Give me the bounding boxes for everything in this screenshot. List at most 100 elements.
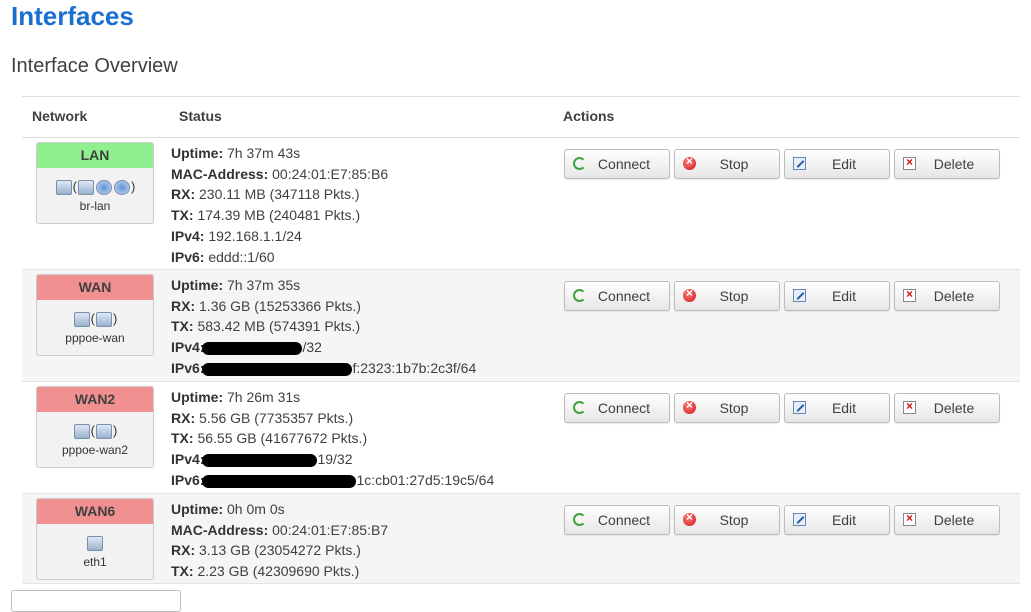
interface-badge[interactable]: WAN6 eth1 bbox=[36, 498, 154, 580]
delete-button[interactable]: Delete bbox=[894, 393, 1000, 423]
status-line: TX: 2.23 GB (42309690 Pkts.) bbox=[171, 561, 388, 582]
stop-button-label: Stop bbox=[719, 288, 749, 304]
ethernet-icon bbox=[96, 424, 112, 440]
status-value: 00:24:01:E7:85:B6 bbox=[268, 165, 389, 182]
status-value: /32 bbox=[302, 339, 322, 356]
edit-button-label: Edit bbox=[831, 512, 857, 528]
connect-button[interactable]: Connect bbox=[564, 281, 670, 311]
connect-button[interactable]: Connect bbox=[564, 393, 670, 423]
table-header: Network Status Actions bbox=[22, 96, 1020, 138]
status-key: IPv4: bbox=[171, 339, 205, 356]
status-value: f:2323:1b7b:2c3f/64 bbox=[352, 359, 477, 376]
connect-button-label: Connect bbox=[597, 288, 651, 304]
delete-button[interactable]: Delete bbox=[894, 281, 1000, 311]
section-title: Interface Overview bbox=[11, 55, 178, 77]
redaction-mark bbox=[202, 453, 318, 467]
stop-button[interactable]: Stop bbox=[674, 393, 780, 423]
redaction-mark bbox=[202, 474, 357, 488]
ethernet-icon bbox=[87, 536, 103, 552]
interface-name: WAN bbox=[37, 275, 153, 300]
status-line: RX: 230.11 MB (347118 Pkts.) bbox=[171, 184, 388, 205]
wifi-icon bbox=[96, 180, 112, 196]
edit-button[interactable]: Edit bbox=[784, 393, 890, 423]
edit-button[interactable]: Edit bbox=[784, 505, 890, 535]
status-key: TX: bbox=[171, 430, 194, 447]
interface-row-wan2: WAN2() pppoe-wan2 Uptime: 7h 26m 31s RX: 5.… bbox=[22, 382, 1020, 494]
status-value: 1.36 GB (15253366 Pkts.) bbox=[195, 297, 361, 314]
edit-button[interactable]: Edit bbox=[784, 149, 890, 179]
interface-icons: () bbox=[37, 308, 153, 330]
interface-icons bbox=[37, 532, 153, 554]
status-line: IPv6: eddd::1/60 bbox=[171, 247, 388, 268]
redaction-mark bbox=[202, 341, 303, 355]
status-line: IPv4: /32 bbox=[171, 337, 476, 358]
status-value: 19/32 bbox=[317, 451, 353, 468]
interface-badge[interactable]: WAN () pppoe-wan bbox=[36, 274, 154, 356]
status-line: MAC-Address: 00:24:01:E7:85:B7 bbox=[171, 520, 388, 541]
status-value: 583.42 MB (574391 Pkts.) bbox=[193, 318, 361, 335]
stop-button[interactable]: Stop bbox=[674, 505, 780, 535]
delete-button[interactable]: Delete bbox=[894, 505, 1000, 535]
edit-button-label: Edit bbox=[831, 288, 857, 304]
delete-button-label: Delete bbox=[933, 512, 975, 528]
status-value: 7h 37m 35s bbox=[223, 277, 301, 293]
status-line: IPv4: 19/32 bbox=[171, 449, 494, 470]
connect-button[interactable]: Connect bbox=[564, 149, 670, 179]
interface-name: LAN bbox=[37, 143, 153, 168]
interface-device: br-lan bbox=[79, 199, 111, 213]
page-title: Interfaces bbox=[11, 1, 134, 31]
status-line: Uptime: 7h 26m 31s bbox=[171, 387, 494, 408]
status-value: 0h 0m 0s bbox=[223, 501, 285, 517]
status-value: 00:24:01:E7:85:B7 bbox=[268, 521, 389, 538]
interface-status: Uptime: 7h 37m 43s MAC-Address: 00:24:01:… bbox=[171, 143, 388, 267]
status-key: MAC-Address: bbox=[171, 521, 269, 538]
interface-badge[interactable]: WAN2 () pppoe-wan2 bbox=[36, 386, 154, 468]
edit-button-label: Edit bbox=[831, 156, 857, 172]
status-key: IPv4: bbox=[171, 227, 205, 244]
delete-button[interactable]: Delete bbox=[894, 149, 1000, 179]
connect-button[interactable]: Connect bbox=[564, 505, 670, 535]
status-key: RX: bbox=[171, 186, 196, 203]
status-value: 3.13 GB (23054272 Pkts.) bbox=[195, 542, 361, 559]
status-key: TX: bbox=[171, 318, 194, 335]
wifi-icon bbox=[114, 180, 130, 196]
status-key: RX: bbox=[171, 542, 196, 559]
status-value: 2.23 GB (42309690 Pkts.) bbox=[193, 563, 360, 580]
status-key: MAC-Address: bbox=[171, 165, 269, 182]
interface-table: Network Status Actions LAN() br-lan Uptime… bbox=[22, 96, 1020, 584]
status-line: TX: 583.42 MB (574391 Pkts.) bbox=[171, 316, 476, 337]
network-icon bbox=[73, 424, 90, 440]
status-key: TX: bbox=[171, 207, 194, 224]
status-key: Uptime: bbox=[171, 277, 224, 293]
edit-button-label: Edit bbox=[831, 400, 857, 416]
status-value: 1c:cb01:27d5:19c5/64 bbox=[356, 471, 495, 488]
status-value: 230.11 MB (347118 Pkts.) bbox=[195, 186, 360, 203]
stop-button[interactable]: Stop bbox=[674, 281, 780, 311]
interface-icons: () bbox=[37, 176, 153, 198]
stop-button[interactable]: Stop bbox=[674, 149, 780, 179]
interface-badge[interactable]: LAN () br-lan bbox=[36, 142, 154, 224]
interface-icons: () bbox=[37, 420, 153, 442]
status-line: TX: 174.39 MB (240481 Pkts.) bbox=[171, 205, 388, 226]
status-key: Uptime: bbox=[171, 389, 224, 405]
add-interface-button[interactable] bbox=[11, 590, 181, 612]
status-line: MAC-Address: 00:24:01:E7:85:B6 bbox=[171, 164, 388, 185]
redaction-mark bbox=[202, 362, 353, 376]
stop-button-label: Stop bbox=[719, 156, 749, 172]
status-key: Uptime: bbox=[171, 501, 224, 517]
interface-device: pppoe-wan bbox=[65, 331, 125, 345]
status-key: TX: bbox=[171, 563, 194, 580]
status-line: Uptime: 0h 0m 0s bbox=[171, 499, 388, 520]
interface-device: pppoe-wan2 bbox=[61, 443, 129, 457]
bridge-icon bbox=[78, 180, 94, 196]
interface-row-wan: WAN() pppoe-wan Uptime: 7h 37m 35s RX: 1.36… bbox=[22, 270, 1020, 382]
status-line: Uptime: 7h 37m 35s bbox=[171, 275, 476, 296]
status-line: RX: 1.36 GB (15253366 Pkts.) bbox=[171, 296, 476, 317]
status-key: IPv6: bbox=[171, 471, 205, 488]
status-key: IPv4: bbox=[171, 451, 205, 468]
interface-name: WAN2 bbox=[37, 387, 153, 412]
status-key: Uptime: bbox=[171, 145, 224, 161]
status-value: eddd::1/60 bbox=[204, 248, 275, 265]
edit-button[interactable]: Edit bbox=[784, 281, 890, 311]
delete-button-label: Delete bbox=[933, 288, 975, 304]
